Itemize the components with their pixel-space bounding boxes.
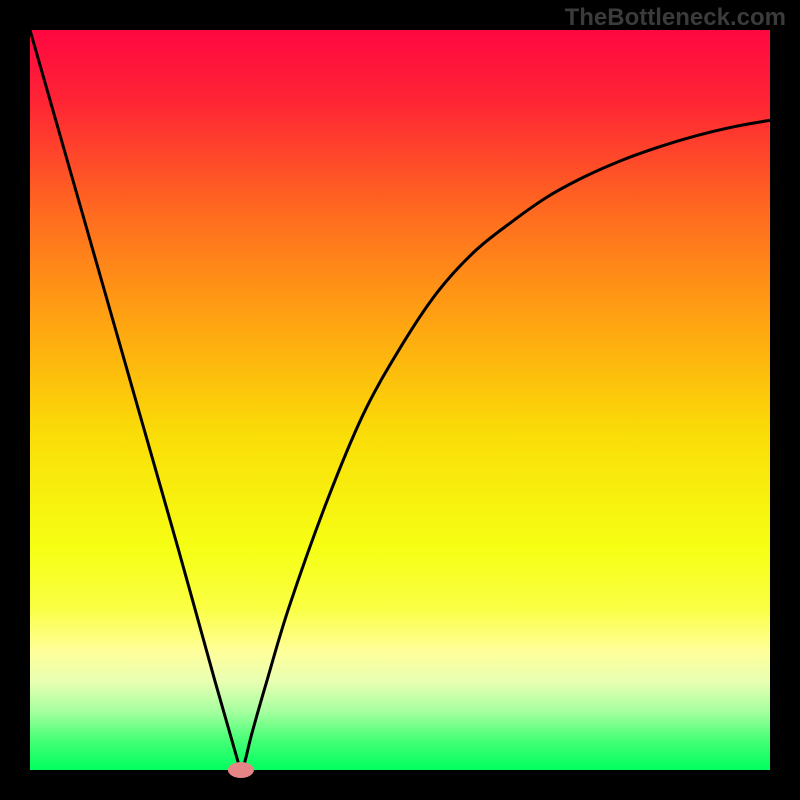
gradient-background	[30, 30, 770, 770]
frame-bottom	[0, 770, 800, 800]
chart-container: TheBottleneck.com	[0, 0, 800, 800]
bottleneck-curve-chart	[0, 0, 800, 800]
watermark-text: TheBottleneck.com	[565, 4, 786, 32]
minimum-marker	[228, 762, 254, 778]
frame-right	[770, 0, 800, 800]
frame-left	[0, 0, 30, 800]
